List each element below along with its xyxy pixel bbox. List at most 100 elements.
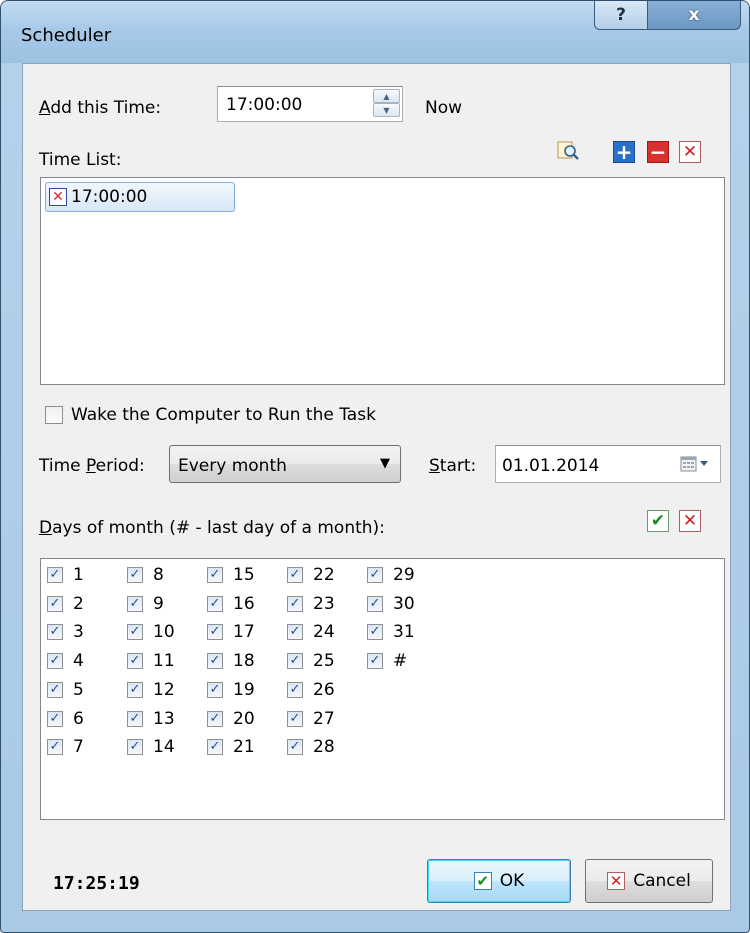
day-label: # xyxy=(393,651,408,672)
day-checkbox[interactable]: ✓ 5 xyxy=(47,678,84,702)
day-checkbox[interactable]: ✓ 29 xyxy=(367,563,415,587)
zoom-icon[interactable] xyxy=(557,140,579,162)
spin-down-icon[interactable]: ▼ xyxy=(373,103,400,117)
wake-computer-label: Wake the Computer to Run the Task xyxy=(71,405,376,425)
checkbox-check-icon[interactable]: ✓ xyxy=(127,595,143,612)
time-list-box[interactable]: ✕ 17:00:00 xyxy=(40,177,725,385)
close-button[interactable]: x xyxy=(648,1,741,30)
day-label: 2 xyxy=(73,593,84,614)
day-checkbox[interactable]: ✓ 15 xyxy=(207,563,255,587)
checkbox-check-icon[interactable]: ✓ xyxy=(287,710,303,727)
day-checkbox[interactable]: ✓ 25 xyxy=(287,649,335,673)
day-checkbox[interactable]: ✓ 14 xyxy=(127,735,175,759)
clear-icon[interactable]: ✕ xyxy=(679,141,701,163)
title-bar[interactable]: Scheduler ? x xyxy=(1,1,749,63)
checkbox-check-icon[interactable]: ✓ xyxy=(47,653,63,670)
time-period-select[interactable]: Every month ▼ xyxy=(169,445,401,483)
check-all-icon[interactable]: ✔ xyxy=(647,510,669,532)
spin-up-icon[interactable]: ▲ xyxy=(373,89,400,103)
checkbox-check-icon[interactable]: ✓ xyxy=(287,739,303,756)
checkbox-check-icon[interactable]: ✓ xyxy=(367,624,383,641)
days-of-month-label: Days of month (# - last day of a month): xyxy=(39,518,385,538)
checkbox-check-icon[interactable]: ✓ xyxy=(287,624,303,641)
day-checkbox[interactable]: ✓ 8 xyxy=(127,563,164,587)
remove-icon[interactable]: − xyxy=(647,141,669,163)
day-checkbox[interactable]: ✓ 31 xyxy=(367,620,415,644)
day-checkbox[interactable]: ✓ 9 xyxy=(127,592,164,616)
wake-computer-checkbox[interactable]: Wake the Computer to Run the Task xyxy=(45,405,376,425)
add-time-input[interactable]: 17:00:00 ▲ ▼ xyxy=(217,86,403,122)
start-date-input[interactable]: 01.01.2014 xyxy=(495,445,721,483)
checkbox-check-icon[interactable]: ✓ xyxy=(47,595,63,612)
day-label: 26 xyxy=(313,679,335,700)
checkbox-check-icon[interactable]: ✓ xyxy=(127,739,143,756)
title-bar-buttons: ? x xyxy=(594,1,741,30)
day-checkbox[interactable]: ✓ 18 xyxy=(207,649,255,673)
cancel-button[interactable]: ✕ Cancel xyxy=(585,859,713,903)
day-checkbox[interactable]: ✓ # xyxy=(367,649,407,673)
now-button[interactable]: Now xyxy=(425,98,462,118)
day-checkbox[interactable]: ✓ 4 xyxy=(47,649,84,673)
checkbox-check-icon[interactable]: ✓ xyxy=(47,710,63,727)
day-checkbox[interactable]: ✓ 3 xyxy=(47,620,84,644)
checkbox-check-icon[interactable]: ✓ xyxy=(127,624,143,641)
chevron-down-icon: ▼ xyxy=(380,456,390,471)
time-list-item[interactable]: ✕ 17:00:00 xyxy=(45,182,235,212)
day-checkbox[interactable]: ✓ 17 xyxy=(207,620,255,644)
day-checkbox[interactable]: ✓ 22 xyxy=(287,563,335,587)
cancel-label: Cancel xyxy=(633,871,691,891)
checkbox-check-icon[interactable]: ✓ xyxy=(207,595,223,612)
checkbox-check-icon[interactable]: ✓ xyxy=(367,567,383,583)
checkbox-check-icon[interactable]: ✓ xyxy=(207,624,223,641)
day-checkbox[interactable]: ✓ 11 xyxy=(127,649,175,673)
day-checkbox[interactable]: ✓ 12 xyxy=(127,678,175,702)
day-checkbox[interactable]: ✓ 6 xyxy=(47,707,84,731)
time-spinner[interactable]: ▲ ▼ xyxy=(373,89,400,117)
checkbox-check-icon[interactable]: ✓ xyxy=(207,653,223,670)
ok-button[interactable]: ✔ OK xyxy=(427,859,571,903)
day-checkbox[interactable]: ✓ 1 xyxy=(47,563,84,587)
day-checkbox[interactable]: ✓ 2 xyxy=(47,592,84,616)
day-checkbox[interactable]: ✓ 21 xyxy=(207,735,255,759)
day-label: 25 xyxy=(313,651,335,672)
checkbox-check-icon[interactable]: ✓ xyxy=(287,681,303,698)
day-checkbox[interactable]: ✓ 24 xyxy=(287,620,335,644)
calendar-icon[interactable] xyxy=(680,454,710,474)
day-checkbox[interactable]: ✓ 26 xyxy=(287,678,335,702)
day-checkbox[interactable]: ✓ 27 xyxy=(287,707,335,731)
checkbox-check-icon[interactable]: ✓ xyxy=(287,653,303,670)
add-icon[interactable]: + xyxy=(613,141,635,163)
day-checkbox[interactable]: ✓ 10 xyxy=(127,620,175,644)
add-time-accel: A xyxy=(39,98,51,118)
checkbox-check-icon[interactable]: ✓ xyxy=(367,653,383,670)
checkbox-check-icon[interactable]: ✓ xyxy=(287,595,303,612)
day-checkbox[interactable]: ✓ 20 xyxy=(207,707,255,731)
checkbox-check-icon[interactable]: ✓ xyxy=(47,624,63,641)
day-checkbox[interactable]: ✓ 7 xyxy=(47,735,84,759)
help-button[interactable]: ? xyxy=(594,1,648,30)
checkbox-check-icon[interactable]: ✓ xyxy=(47,739,63,756)
day-label: 13 xyxy=(153,708,175,729)
checkbox-check-icon[interactable]: ✓ xyxy=(47,567,63,583)
day-checkbox[interactable]: ✓ 19 xyxy=(207,678,255,702)
checkbox-check-icon[interactable]: ✓ xyxy=(127,710,143,727)
day-checkbox[interactable]: ✓ 23 xyxy=(287,592,335,616)
uncheck-all-icon[interactable]: ✕ xyxy=(679,510,701,532)
checkbox-check-icon[interactable]: ✓ xyxy=(207,681,223,698)
day-label: 23 xyxy=(313,593,335,614)
wake-checkbox-box[interactable] xyxy=(45,406,63,424)
day-checkbox[interactable]: ✓ 16 xyxy=(207,592,255,616)
day-label: 5 xyxy=(73,679,84,700)
day-checkbox[interactable]: ✓ 28 xyxy=(287,735,335,759)
checkbox-check-icon[interactable]: ✓ xyxy=(207,567,223,583)
checkbox-check-icon[interactable]: ✓ xyxy=(207,739,223,756)
checkbox-check-icon[interactable]: ✓ xyxy=(127,681,143,698)
checkbox-check-icon[interactable]: ✓ xyxy=(367,595,383,612)
day-checkbox[interactable]: ✓ 30 xyxy=(367,592,415,616)
day-checkbox[interactable]: ✓ 13 xyxy=(127,707,175,731)
checkbox-check-icon[interactable]: ✓ xyxy=(127,567,143,583)
checkbox-check-icon[interactable]: ✓ xyxy=(287,567,303,583)
checkbox-check-icon[interactable]: ✓ xyxy=(127,653,143,670)
checkbox-check-icon[interactable]: ✓ xyxy=(47,681,63,698)
checkbox-check-icon[interactable]: ✓ xyxy=(207,710,223,727)
